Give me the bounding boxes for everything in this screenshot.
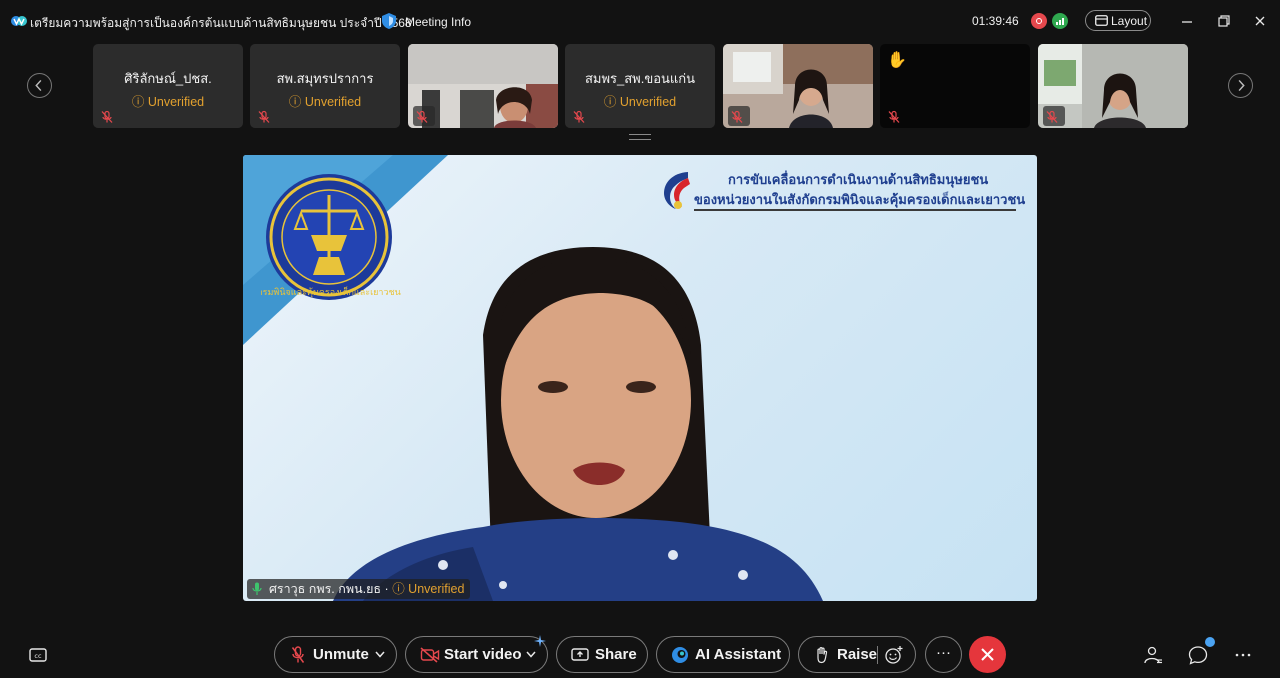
start-video-button[interactable]: Start video bbox=[405, 635, 548, 673]
ai-assistant-icon bbox=[672, 647, 688, 663]
recording-icon[interactable] bbox=[1031, 13, 1047, 29]
close-icon bbox=[981, 648, 994, 661]
unverified-badge: ⓘ Unverified bbox=[131, 95, 205, 109]
speaker-name: ศราวุธ กพร. กพน.ยธ bbox=[269, 582, 382, 596]
participant-video-tile[interactable]: ✋ bbox=[880, 44, 1030, 128]
muted-mic-icon bbox=[416, 110, 428, 123]
chevron-left-icon[interactable] bbox=[27, 73, 52, 98]
share-screen-icon bbox=[571, 648, 589, 661]
muted-mic-icon bbox=[258, 110, 270, 123]
participant-name: ศิริลักษณ์_ปชส. bbox=[124, 71, 212, 86]
main-video-stage[interactable]: กรมพินิจและคุ้มครองเด็กและเยาวชน การขับเ… bbox=[243, 155, 1037, 601]
svg-text:cc: cc bbox=[34, 652, 42, 660]
participant-tile[interactable]: ศิริลักษณ์_ปชส. ⓘ Unverified bbox=[93, 44, 243, 128]
divider bbox=[877, 646, 878, 664]
raise-hand-icon bbox=[817, 647, 828, 664]
speaker-unverified-badge: ⓘ Unverified bbox=[392, 582, 465, 596]
video-off-icon bbox=[420, 647, 440, 663]
muted-mic-icon bbox=[731, 110, 743, 123]
chevron-down-icon[interactable] bbox=[526, 651, 536, 658]
participant-name: สพ.สมุทรปราการ bbox=[276, 71, 374, 86]
more-horizontal-icon[interactable] bbox=[1232, 644, 1254, 666]
chat-icon[interactable] bbox=[1187, 644, 1209, 666]
captions-icon[interactable]: cc bbox=[27, 644, 49, 666]
unverified-label: Unverified bbox=[304, 95, 362, 109]
participant-name: สมพร_สพ.ขอนแก่น bbox=[584, 71, 696, 86]
unverified-badge: ⓘ Unverified bbox=[603, 95, 677, 109]
chevron-right-icon[interactable] bbox=[1228, 73, 1253, 98]
muted-mic-icon bbox=[573, 110, 585, 123]
close-icon[interactable] bbox=[1248, 10, 1272, 32]
raise-label: Raise bbox=[837, 646, 878, 663]
participant-tile[interactable]: สมพร_สพ.ขอนแก่น ⓘ Unverified bbox=[565, 44, 715, 128]
muted-mic-icon bbox=[101, 110, 113, 123]
shield-icon[interactable] bbox=[381, 12, 397, 30]
muted-mic-icon bbox=[1046, 110, 1058, 123]
chevron-down-icon[interactable] bbox=[375, 651, 385, 658]
active-speaker-label: ศราวุธ กพร. กพน.ยธ · ⓘ Unverified bbox=[247, 579, 471, 599]
raised-hand-icon: ✋ bbox=[887, 52, 907, 69]
restore-icon[interactable] bbox=[1211, 10, 1235, 32]
layout-button[interactable]: Layout bbox=[1085, 10, 1151, 31]
muted-mic-icon bbox=[888, 110, 900, 123]
unverified-label: Unverified bbox=[619, 95, 677, 109]
speaker-separator: · bbox=[384, 582, 389, 596]
title-bar: เตรียมความพร้อมสู่การเป็นองค์กรต้นแบบด้า… bbox=[0, 0, 1280, 42]
sparkle-icon bbox=[534, 635, 546, 647]
participants-icon[interactable] bbox=[1142, 644, 1164, 666]
participant-video-tile[interactable] bbox=[723, 44, 873, 128]
unverified-label: Unverified bbox=[147, 95, 205, 109]
notification-badge bbox=[1205, 637, 1215, 647]
meeting-title: เตรียมความพร้อมสู่การเป็นองค์กรต้นแบบด้า… bbox=[30, 16, 412, 30]
more-options-button[interactable]: ··· bbox=[925, 636, 962, 673]
unverified-badge: ⓘ Unverified bbox=[288, 95, 362, 109]
webex-logo-icon bbox=[11, 16, 27, 26]
speaker-video bbox=[333, 247, 823, 601]
leave-meeting-button[interactable] bbox=[969, 636, 1006, 673]
share-label: Share bbox=[595, 646, 637, 663]
unmute-button[interactable]: Unmute bbox=[274, 636, 397, 673]
start-video-label: Start video bbox=[444, 646, 522, 663]
participant-video-tile[interactable] bbox=[408, 44, 558, 128]
layout-icon bbox=[1095, 15, 1108, 26]
raise-hand-button[interactable]: Raise bbox=[798, 636, 916, 673]
meeting-timer: 01:39:46 bbox=[972, 14, 1019, 28]
network-health-icon[interactable] bbox=[1052, 13, 1068, 29]
speaker-status: Unverified bbox=[408, 582, 465, 596]
ai-assistant-button[interactable]: AI Assistant bbox=[656, 636, 790, 673]
participant-video-tile[interactable] bbox=[1038, 44, 1188, 128]
minimize-icon[interactable] bbox=[1175, 10, 1199, 32]
participant-tile[interactable]: สพ.สมุทรปราการ ⓘ Unverified bbox=[250, 44, 400, 128]
speaking-mic-icon bbox=[252, 582, 262, 595]
ai-assistant-label: AI Assistant bbox=[695, 646, 782, 663]
share-button[interactable]: Share bbox=[556, 636, 648, 673]
strip-resize-handle[interactable] bbox=[629, 134, 651, 140]
reactions-icon[interactable] bbox=[884, 645, 904, 665]
unmute-label: Unmute bbox=[313, 646, 369, 663]
layout-label: Layout bbox=[1111, 14, 1148, 28]
muted-mic-icon bbox=[291, 646, 305, 663]
meeting-info-button[interactable]: Meeting Info bbox=[405, 15, 471, 29]
